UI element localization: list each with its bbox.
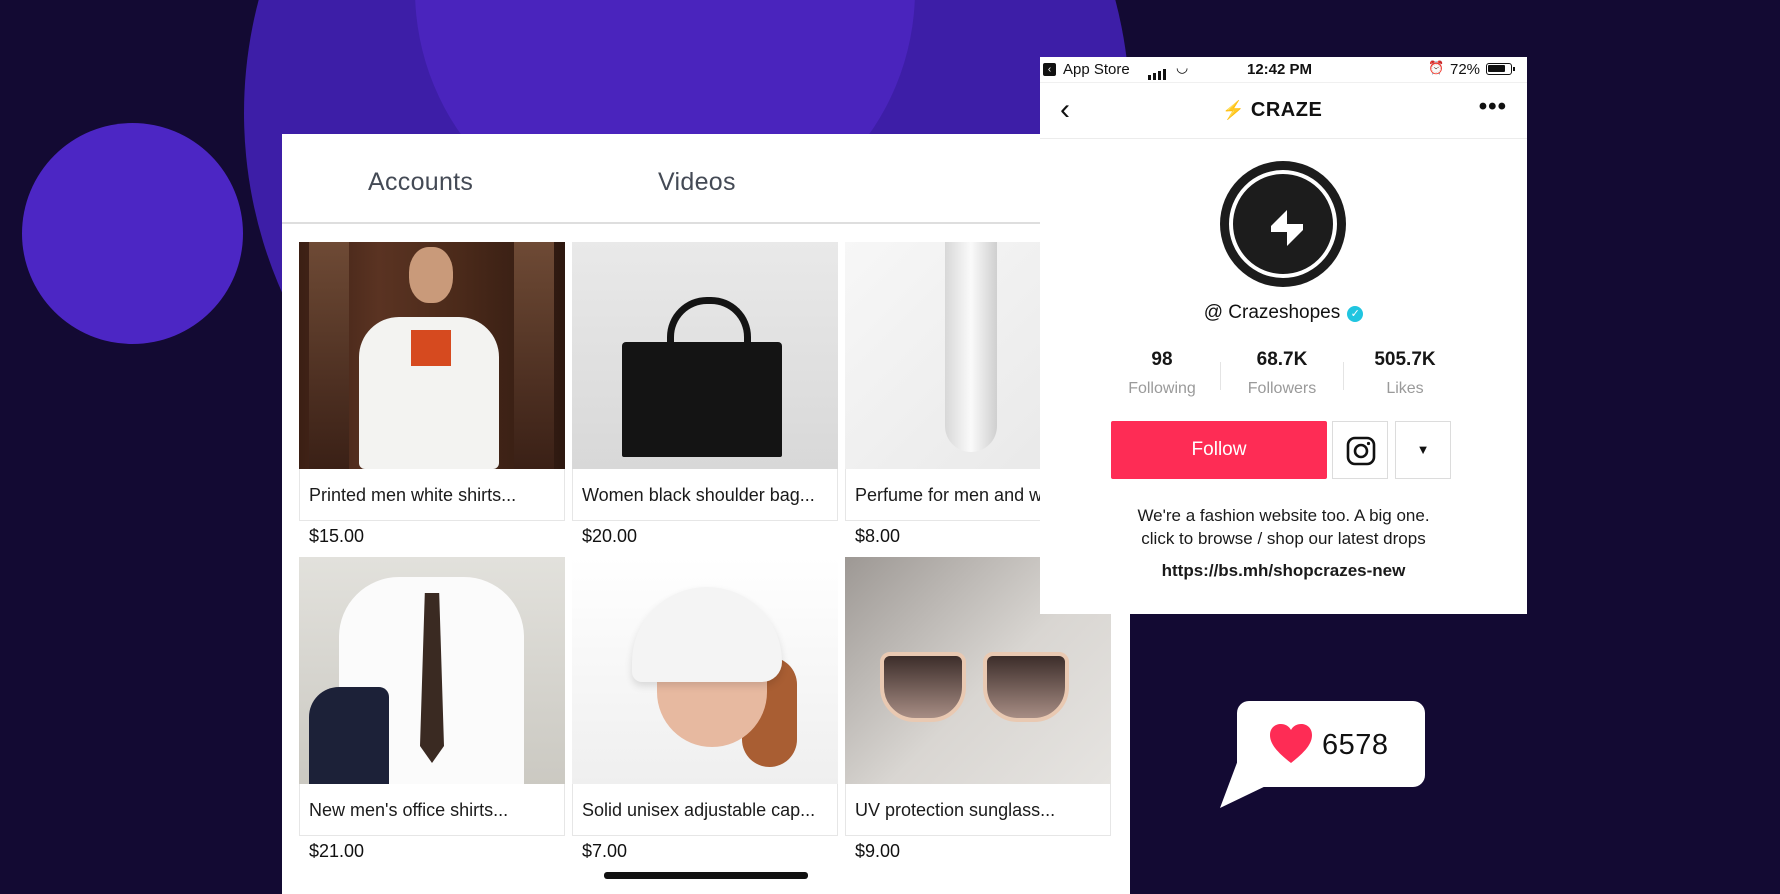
shirt-print <box>411 330 451 366</box>
product-price: $15.00 <box>309 526 365 546</box>
product-title: Solid unisex adjustable cap... <box>572 784 838 836</box>
product-title: UV protection sunglass... <box>845 784 1111 836</box>
tab-bar: Accounts Videos <box>282 134 1130 224</box>
product-title: Printed men white shirts... <box>299 469 565 521</box>
status-time: 12:42 PM <box>1247 61 1313 78</box>
more-icon[interactable]: ••• <box>1479 93 1507 121</box>
battery-percent: 72% <box>1450 61 1481 78</box>
tab-accounts[interactable]: Accounts <box>368 168 473 197</box>
shop-panel: Accounts Videos Printed men white shirts… <box>282 134 1130 894</box>
brand-name: CRAZE <box>1250 99 1323 121</box>
product-image-bag <box>572 242 838 469</box>
profile-bio: We're a fashion website too. A big one. … <box>1040 504 1527 550</box>
product-image-shirt <box>299 242 565 469</box>
stat-divider <box>1220 362 1221 390</box>
product-card[interactable]: New men's office shirts... $21.00 <box>299 557 565 862</box>
product-price: $20.00 <box>582 526 638 546</box>
product-image-office-shirt <box>299 557 565 784</box>
likes-bubble: 6578 <box>1237 701 1425 787</box>
dropdown-button[interactable]: ▼ <box>1395 421 1451 479</box>
stat-label: Followers <box>1247 380 1317 397</box>
product-title: Women black shoulder bag... <box>572 469 838 521</box>
stat-label: Following <box>1128 380 1196 397</box>
heart-icon <box>1270 724 1312 763</box>
product-price: $21.00 <box>309 841 365 861</box>
profile-card: ‹ App Store ◡ 12:42 PM ⏰ 72% ‹ ⚡ CRAZE ••… <box>1040 57 1527 614</box>
profile-nav-bar: ‹ ⚡ CRAZE ••• <box>1040 83 1527 139</box>
craze-logo-icon <box>1271 210 1303 246</box>
product-title: New men's office shirts... <box>299 784 565 836</box>
likes-count: 6578 <box>1322 729 1389 761</box>
stat-value: 98 <box>1151 349 1173 370</box>
stat-followers[interactable]: 68.7K Followers <box>1232 349 1332 398</box>
profile-link[interactable]: https://bs.mh/shopcrazes-new <box>1040 561 1527 581</box>
product-card[interactable]: Printed men white shirts... $15.00 <box>299 242 565 547</box>
stat-label: Likes <box>1386 380 1424 397</box>
back-icon[interactable]: ‹ <box>1060 95 1070 125</box>
wifi-icon: ◡ <box>1176 59 1189 75</box>
product-image-cap <box>572 557 838 784</box>
status-carrier: App Store <box>1063 61 1130 78</box>
profile-handle: @ Crazeshopes ✓ <box>1040 302 1527 324</box>
stat-value: 68.7K <box>1256 349 1308 370</box>
bio-line: click to browse / shop our latest drops <box>1141 529 1426 548</box>
instagram-button[interactable] <box>1332 421 1388 479</box>
brand-title: ⚡ CRAZE <box>1222 99 1322 122</box>
bio-line: We're a fashion website too. A big one. <box>1137 506 1430 525</box>
stat-following[interactable]: 98 Following <box>1112 349 1212 398</box>
avatar[interactable] <box>1220 161 1346 287</box>
handle-text: @ Crazeshopes <box>1203 302 1341 323</box>
dropdown-icon: ▼ <box>1416 442 1430 457</box>
verified-icon: ✓ <box>1347 306 1364 322</box>
product-price: $7.00 <box>582 841 628 861</box>
signal-icon <box>1148 63 1168 80</box>
alarm-icon: ⏰ <box>1428 60 1445 75</box>
stat-likes[interactable]: 505.7K Likes <box>1355 349 1455 398</box>
stat-divider <box>1343 362 1344 390</box>
battery-icon <box>1486 63 1515 75</box>
background-circle-small <box>22 123 243 344</box>
product-price: $9.00 <box>855 841 901 861</box>
status-bar: ‹ App Store ◡ 12:42 PM ⏰ 72% <box>1040 57 1527 83</box>
back-to-app-icon[interactable]: ‹ <box>1043 63 1056 76</box>
product-card[interactable]: Solid unisex adjustable cap... $7.00 <box>572 557 838 862</box>
instagram-icon <box>1346 436 1376 466</box>
craze-logo-icon: ⚡ <box>1222 100 1245 120</box>
stat-value: 505.7K <box>1374 349 1436 370</box>
tab-videos[interactable]: Videos <box>658 168 736 197</box>
home-indicator[interactable] <box>604 872 808 879</box>
follow-button[interactable]: Follow <box>1111 421 1327 479</box>
product-card[interactable]: Women black shoulder bag... $20.00 <box>572 242 838 547</box>
